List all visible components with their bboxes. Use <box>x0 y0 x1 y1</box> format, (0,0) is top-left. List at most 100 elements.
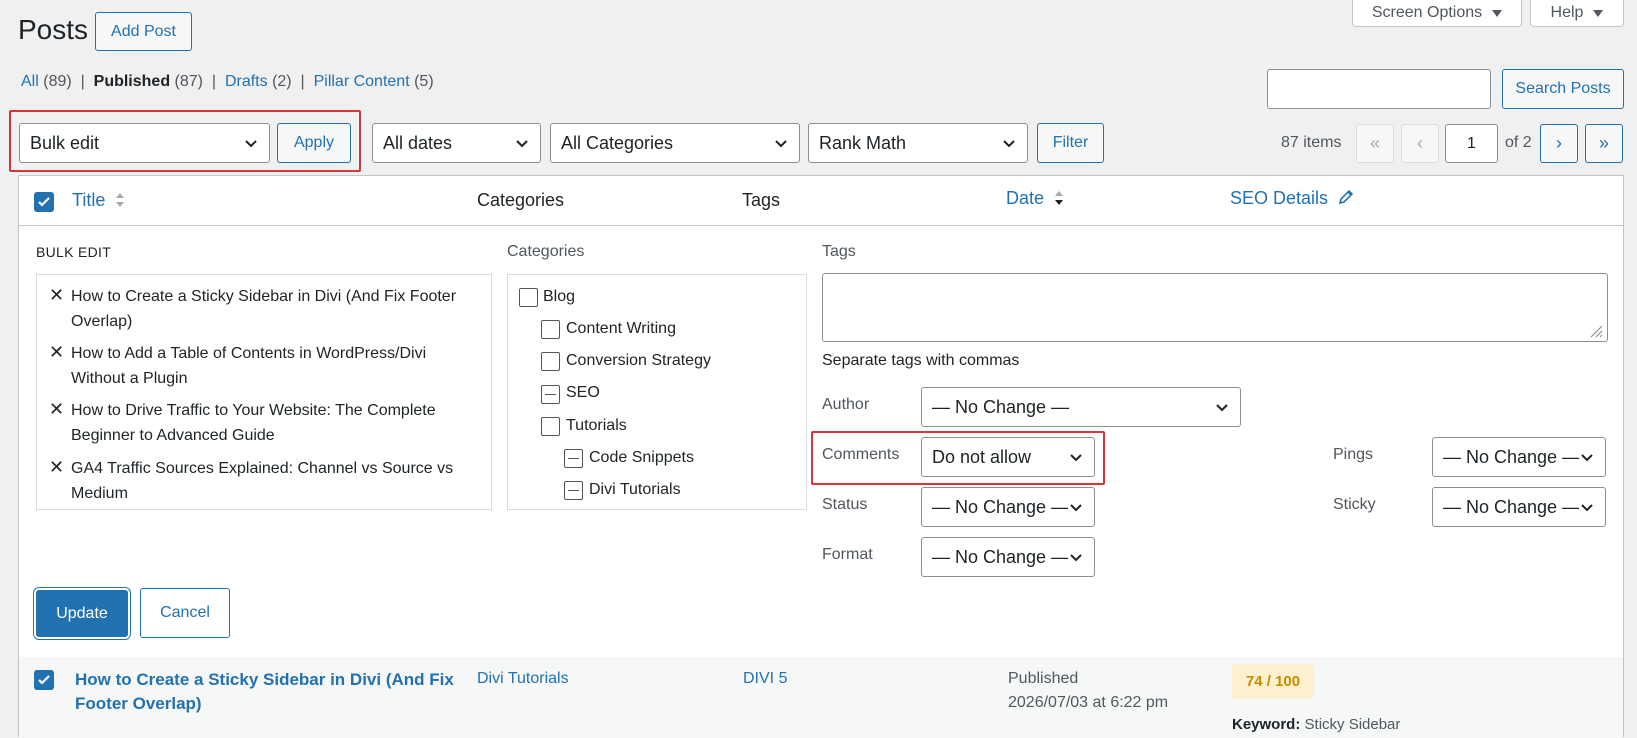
select-all-checkbox[interactable] <box>34 192 54 212</box>
column-date-label: Date <box>1006 188 1045 208</box>
view-drafts-link[interactable]: Drafts <box>225 73 268 90</box>
column-title-sort[interactable]: Title <box>72 190 126 211</box>
category-checkbox-seo[interactable] <box>541 385 560 404</box>
remove-icon[interactable]: ✕ <box>49 284 71 334</box>
sticky-label: Sticky <box>1333 496 1376 513</box>
tags-textarea[interactable] <box>822 273 1608 342</box>
bulk-action-select[interactable]: Bulk edit <box>19 123 270 163</box>
help-button[interactable]: Help <box>1530 0 1624 27</box>
screen-options-label: Screen Options <box>1371 4 1483 21</box>
category-label: Divi Tutorials <box>589 481 681 498</box>
category-checkbox-conversion-strategy[interactable] <box>541 352 560 371</box>
post-title-link[interactable]: How to Create a Sticky Sidebar in Divi (… <box>75 668 455 716</box>
checkmark-icon <box>38 675 50 685</box>
search-input[interactable] <box>1267 69 1491 109</box>
row-checkbox[interactable] <box>34 670 54 690</box>
post-datetime: 2026/07/03 at 6:22 pm <box>1008 694 1169 711</box>
update-button[interactable]: Update <box>36 590 128 637</box>
items-count: 87 items <box>1281 134 1342 151</box>
format-value: — No Change — <box>932 546 1068 567</box>
list-item: ✕ How to Drive Traffic to Your Website: … <box>49 398 469 448</box>
last-page-button[interactable]: » <box>1585 124 1623 163</box>
prev-page-button[interactable]: ‹ <box>1401 124 1439 163</box>
rank-math-filter-select[interactable]: Rank Math <box>808 123 1028 163</box>
remove-icon[interactable]: ✕ <box>49 341 71 391</box>
list-item: ✕ GA4 Traffic Sources Explained: Channel… <box>49 456 469 506</box>
comments-select[interactable]: Do not allow <box>921 437 1095 477</box>
bulk-edit-heading: BULK EDIT <box>36 244 112 260</box>
chevron-down-icon <box>1003 140 1015 148</box>
category-checkbox-code-snippets[interactable] <box>564 449 583 468</box>
apply-button[interactable]: Apply <box>277 123 351 163</box>
resize-handle-icon[interactable] <box>1589 324 1603 338</box>
column-seo-details[interactable]: SEO Details <box>1230 188 1355 209</box>
format-select[interactable]: — No Change — <box>921 537 1095 577</box>
column-seo-label: SEO Details <box>1230 188 1329 208</box>
column-date-sort[interactable]: Date <box>1006 188 1065 209</box>
view-pillar-content-link[interactable]: Pillar Content <box>314 73 410 90</box>
view-separator: | <box>296 73 310 90</box>
remove-icon[interactable]: ✕ <box>49 398 71 448</box>
pings-select[interactable]: — No Change — <box>1432 437 1606 477</box>
bulk-title: How to Drive Traffic to Your Website: Th… <box>71 402 436 444</box>
cancel-button[interactable]: Cancel <box>140 588 230 638</box>
category-label: Code Snippets <box>589 449 694 466</box>
tags-hint: Separate tags with commas <box>822 352 1020 369</box>
view-published-link[interactable]: Published <box>94 73 170 90</box>
categories-label: Categories <box>507 243 585 260</box>
post-status: Published <box>1008 670 1079 687</box>
search-posts-button[interactable]: Search Posts <box>1502 69 1624 109</box>
category-checkbox-blog[interactable] <box>519 288 538 307</box>
chevron-down-icon <box>775 140 787 148</box>
list-item: ✕ How to Create a Sticky Sidebar in Divi… <box>49 284 469 334</box>
category-label: Conversion Strategy <box>566 352 711 369</box>
post-status-views: All (89) | Published (87) | Drafts (2) |… <box>21 73 434 91</box>
seo-score-badge[interactable]: 74 / 100 <box>1232 664 1314 699</box>
post-category-link[interactable]: Divi Tutorials <box>477 670 569 688</box>
view-pillar-content-count: (5) <box>414 73 434 90</box>
status-label: Status <box>822 496 868 513</box>
date-filter-select[interactable]: All dates <box>372 123 541 163</box>
status-select[interactable]: — No Change — <box>921 487 1095 527</box>
tags-label: Tags <box>822 243 856 260</box>
remove-icon[interactable]: ✕ <box>49 456 71 506</box>
pings-label: Pings <box>1333 446 1374 463</box>
category-checkbox-tutorials[interactable] <box>541 417 560 436</box>
pings-value: — No Change — <box>1443 446 1579 467</box>
view-published-count: (87) <box>174 73 203 90</box>
first-page-button[interactable]: « <box>1356 124 1394 163</box>
bulk-title: How to Create a Sticky Sidebar in Divi (… <box>71 288 457 330</box>
sort-desc-icon <box>1055 191 1064 205</box>
chevron-down-icon <box>1070 554 1082 562</box>
categories-checklist: Blog Content Writing Conversion Strategy… <box>507 274 807 510</box>
category-label: SEO <box>566 384 600 401</box>
chevron-down-icon <box>1070 504 1082 512</box>
view-drafts-count: (2) <box>272 73 292 90</box>
next-page-button[interactable]: › <box>1540 124 1578 163</box>
bulk-title: How to Add a Table of Contents in WordPr… <box>71 345 427 387</box>
list-item: ✕ How to Add a Table of Contents in Word… <box>49 341 469 391</box>
rank-math-filter-value: Rank Math <box>819 132 907 153</box>
chevron-down-icon <box>1216 404 1228 412</box>
chevron-down-icon <box>1581 504 1593 512</box>
add-post-button[interactable]: Add Post <box>95 12 192 51</box>
category-checkbox-divi-tutorials[interactable] <box>564 481 583 500</box>
view-all-link[interactable]: All <box>21 73 39 90</box>
checkmark-icon <box>38 197 50 207</box>
status-value: — No Change — <box>932 496 1068 517</box>
sticky-select[interactable]: — No Change — <box>1432 487 1606 527</box>
category-filter-select[interactable]: All Categories <box>550 123 800 163</box>
current-page-input[interactable]: 1 <box>1445 124 1498 163</box>
filter-button[interactable]: Filter <box>1037 123 1104 163</box>
date-filter-value: All dates <box>383 132 453 153</box>
post-tag-link[interactable]: DIVI 5 <box>743 670 787 688</box>
category-label: Content Writing <box>566 320 676 337</box>
pencil-icon <box>1338 189 1354 205</box>
bulk-title: GA4 Traffic Sources Explained: Channel v… <box>71 460 454 502</box>
column-tags: Tags <box>742 190 781 210</box>
help-label: Help <box>1550 4 1584 21</box>
screen-options-button[interactable]: Screen Options <box>1352 0 1522 27</box>
category-checkbox-content-writing[interactable] <box>541 320 560 339</box>
author-select[interactable]: — No Change — <box>921 387 1241 427</box>
bulk-action-value: Bulk edit <box>30 132 100 153</box>
